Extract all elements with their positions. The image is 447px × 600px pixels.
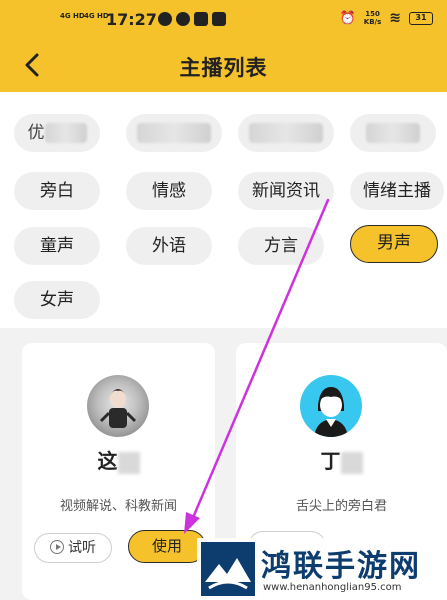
tag-chip[interactable]: 情感 <box>126 172 212 210</box>
tag-chip[interactable] <box>238 114 334 152</box>
preview-label: 试听 <box>68 540 96 556</box>
watermark: 鸿联手游网 www.henanhonglian95.com <box>197 538 447 600</box>
tag-chip[interactable]: 新闻资讯 <box>238 172 334 210</box>
tag-chip[interactable]: 女声 <box>14 281 100 319</box>
category-tags: 优 旁白 情感 新闻资讯 情绪主播 童声 外语 方言 男声 女声 <box>0 92 447 328</box>
notification-icon <box>158 12 172 26</box>
tag-chip-selected[interactable]: 男声 <box>350 225 438 263</box>
tag-chip[interactable] <box>126 114 222 152</box>
tag-chip[interactable]: 方言 <box>238 227 324 265</box>
voice-description: 视频解说、科教新闻 <box>59 499 177 514</box>
navigation-icon <box>176 12 190 26</box>
tag-chip[interactable]: 旁白 <box>14 172 100 210</box>
use-button[interactable]: 使用 <box>128 530 206 563</box>
battery-icon: 31 <box>409 11 433 25</box>
app-icon <box>212 12 226 26</box>
tag-label: 优 <box>27 123 45 143</box>
telegram-icon <box>194 12 208 26</box>
voice-name: 丁 <box>236 445 447 474</box>
avatar <box>300 375 362 437</box>
voice-description: 舌尖上的旁白君 <box>295 499 387 514</box>
tag-chip[interactable]: 童声 <box>14 227 100 265</box>
preview-button[interactable]: 试听 <box>34 533 112 563</box>
avatar-figure <box>314 387 348 437</box>
status-bar: 4G HD 4G HD 17:27 ⏰ 150 KB/s ≋ 31 <box>0 8 447 32</box>
tag-chip[interactable]: 外语 <box>126 227 212 265</box>
network-speed: 150 KB/s <box>364 10 381 26</box>
voice-card[interactable]: 这 视频解说、科教新闻 试听 使用 <box>22 343 215 600</box>
status-right: ⏰ 150 KB/s ≋ 31 <box>340 10 433 26</box>
clock: 17:27 <box>106 10 157 29</box>
tag-chip[interactable] <box>350 114 436 152</box>
speed-value: 150 <box>365 10 380 18</box>
page-title: 主播列表 <box>179 56 268 80</box>
speed-unit: KB/s <box>363 18 382 26</box>
voice-name: 这 <box>22 445 215 474</box>
logo-icon <box>201 542 255 596</box>
tag-chip[interactable]: 情绪主播 <box>350 172 444 210</box>
alarm-icon: ⏰ <box>339 10 356 26</box>
avatar <box>87 375 149 437</box>
app-header: 4G HD 4G HD 17:27 ⏰ 150 KB/s ≋ 31 主播列表 <box>0 0 447 92</box>
avatar-figure <box>99 389 137 428</box>
voice-name-text: 丁 <box>320 449 341 473</box>
tag-chip[interactable]: 优 <box>14 114 100 152</box>
wifi-icon: ≋ <box>389 10 401 26</box>
voice-name-text: 这 <box>97 449 118 473</box>
play-icon <box>50 540 64 554</box>
signal-indicator: 4G HD <box>60 12 85 20</box>
watermark-url: www.henanhonglian95.com <box>263 582 402 593</box>
watermark-title: 鸿联手游网 <box>261 549 421 584</box>
